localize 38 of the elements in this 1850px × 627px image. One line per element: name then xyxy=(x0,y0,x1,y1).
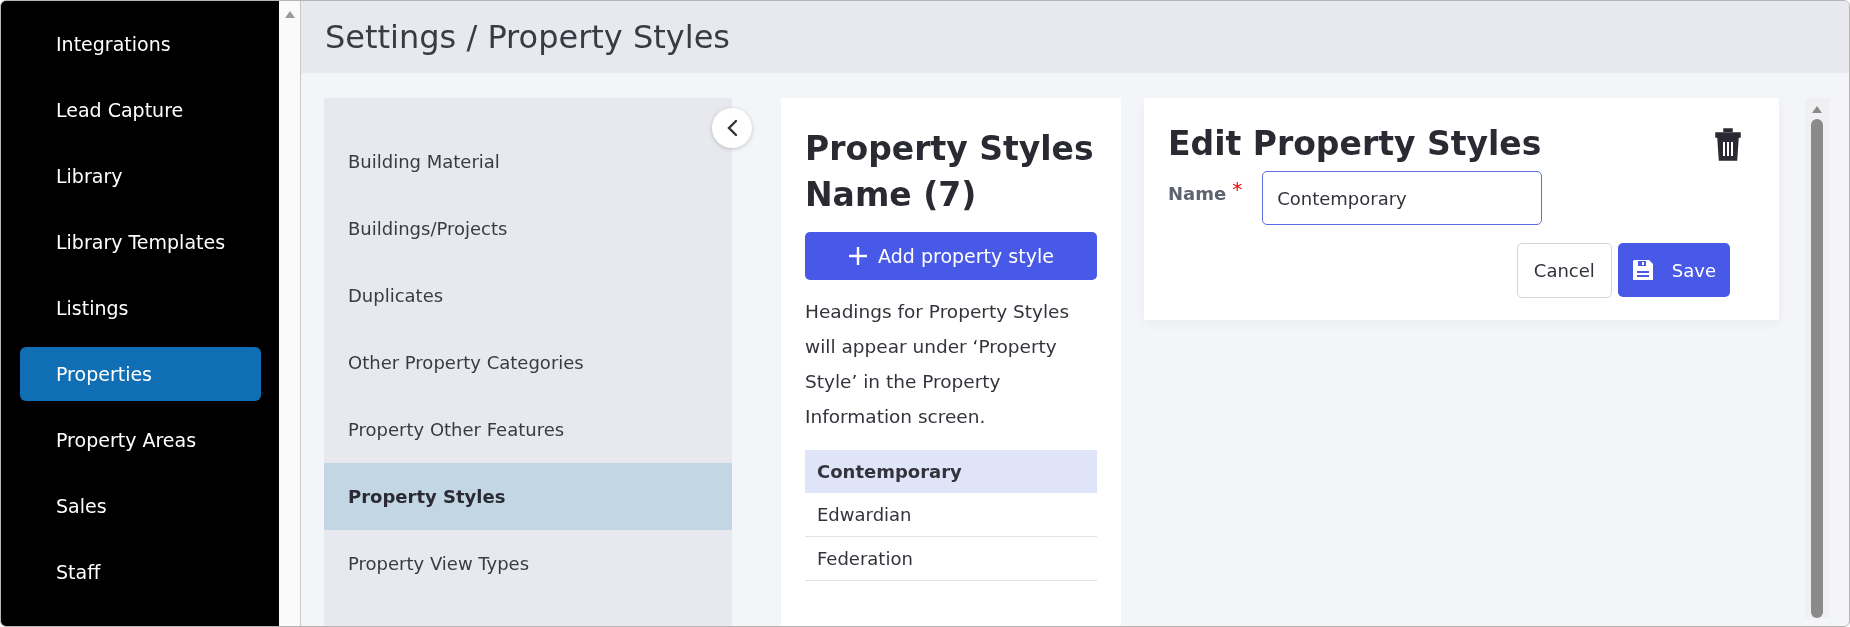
sidebar-item[interactable]: Property Areas xyxy=(20,413,261,467)
scrollbar[interactable] xyxy=(1805,98,1829,618)
settings-menu-item[interactable]: Property Other Features xyxy=(324,396,732,463)
sidebar-item[interactable]: Library xyxy=(20,149,261,203)
page-title: Settings / Property Styles xyxy=(325,18,730,56)
sidebar-item[interactable]: Library Templates xyxy=(20,215,261,269)
settings-menu-item[interactable]: Buildings/Projects xyxy=(324,195,732,262)
scroll-up-icon[interactable] xyxy=(284,11,295,18)
scrollbar-thumb[interactable] xyxy=(1811,119,1823,618)
settings-menu-item[interactable]: Property Styles xyxy=(324,463,732,530)
sidebar-item[interactable]: Integrations xyxy=(20,17,261,71)
collapse-button[interactable] xyxy=(712,108,752,148)
style-list-item[interactable]: Contemporary xyxy=(805,450,1097,493)
required-mark: * xyxy=(1232,177,1243,201)
style-list-item[interactable]: Federation xyxy=(805,537,1097,581)
settings-menu-item[interactable]: Property View Types xyxy=(324,530,732,597)
style-list-item[interactable]: Edwardian xyxy=(805,493,1097,537)
sidebar-item[interactable]: Properties xyxy=(20,347,261,401)
name-label: Name xyxy=(1168,183,1227,204)
sidebar-item[interactable]: Sales xyxy=(20,479,261,533)
add-button[interactable]: Add property style xyxy=(805,232,1097,280)
sidebar-item[interactable]: Staff xyxy=(20,545,261,599)
description-text: Headings for Property Styles will appear under ‘Property Style’ in the Property Information screen. xyxy=(805,300,1071,429)
settings-menu-item[interactable]: Other Property Categories xyxy=(324,329,732,396)
scroll-up-icon[interactable] xyxy=(1812,106,1822,113)
cancel-button[interactable]: Cancel xyxy=(1516,243,1612,298)
scrollbar[interactable] xyxy=(279,1,301,626)
settings-menu-item[interactable]: Duplicates xyxy=(324,262,732,329)
save-button[interactable]: Save xyxy=(1617,243,1730,297)
panel-heading: Property Styles Name (7) xyxy=(805,128,1095,216)
plus-icon xyxy=(848,246,869,266)
name-input[interactable]: Contemporary xyxy=(1262,171,1543,225)
sidebar-item[interactable]: Lead Capture xyxy=(20,83,261,137)
settings-menu-item[interactable]: Building Material xyxy=(324,128,732,195)
trash-icon[interactable] xyxy=(1715,126,1741,161)
sidebar-item[interactable]: Listings xyxy=(20,281,261,335)
edit-heading: Edit Property Styles xyxy=(1168,124,1542,163)
chevron-left-icon xyxy=(726,119,738,137)
